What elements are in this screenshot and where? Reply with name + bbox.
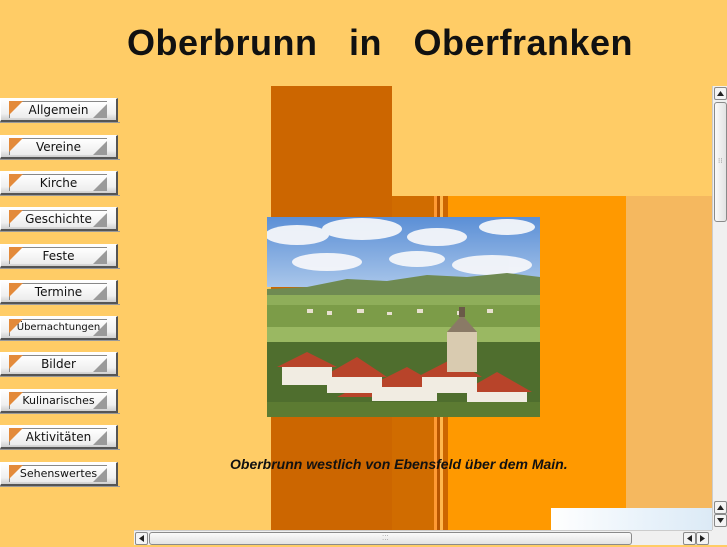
divider xyxy=(0,413,120,414)
triangle-left-icon xyxy=(139,535,144,542)
triangle-up-icon xyxy=(717,505,724,510)
corner-accent-icon xyxy=(9,101,23,115)
corner-shade-icon xyxy=(93,141,107,155)
corner-accent-icon xyxy=(9,138,23,152)
horizontal-scroll-thumb[interactable]: ⁚⁚⁚ xyxy=(149,532,632,545)
scrollbar-corner xyxy=(712,530,727,545)
nav-button-sehenswertes[interactable]: Sehenswertes xyxy=(0,462,120,488)
divider xyxy=(0,449,120,450)
corner-accent-icon xyxy=(9,174,23,188)
corner-shade-icon xyxy=(93,322,107,336)
page-title: Oberbrunn in Oberfranken xyxy=(126,22,634,63)
divider xyxy=(0,376,120,377)
corner-accent-icon xyxy=(9,428,23,442)
corner-accent-icon xyxy=(9,392,23,406)
nav-button-vereine[interactable]: Vereine xyxy=(0,135,120,161)
triangle-left-icon xyxy=(687,535,692,542)
divider xyxy=(0,304,120,305)
partial-image xyxy=(551,508,712,530)
divider xyxy=(0,195,120,196)
scroll-down-button[interactable] xyxy=(714,514,727,527)
horizontal-scrollbar[interactable]: ⁚⁚⁚ xyxy=(134,530,712,545)
scroll-left-button-right[interactable] xyxy=(683,532,696,545)
nav-button-termine[interactable]: Termine xyxy=(0,280,120,306)
nav-button-uebernachtungen[interactable]: Übernachtungen xyxy=(0,316,120,342)
nav-button-kulinarisches[interactable]: Kulinarisches xyxy=(0,389,120,415)
corner-shade-icon xyxy=(93,213,107,227)
scroll-left-button[interactable] xyxy=(135,532,148,545)
corner-accent-icon xyxy=(9,319,23,333)
corner-shade-icon xyxy=(93,358,107,372)
divider xyxy=(0,340,120,341)
corner-accent-icon xyxy=(9,247,23,261)
vertical-scrollbar[interactable]: ⁞⁞ xyxy=(712,86,727,530)
decorative-band xyxy=(626,196,712,545)
divider xyxy=(0,122,120,123)
corner-accent-icon xyxy=(9,210,23,224)
nav-button-allgemein[interactable]: Allgemein xyxy=(0,98,120,124)
nav-button-aktivitaeten[interactable]: Aktivitäten xyxy=(0,425,120,451)
corner-accent-icon xyxy=(9,283,23,297)
corner-shade-icon xyxy=(93,250,107,264)
village-photo xyxy=(267,217,540,417)
corner-shade-icon xyxy=(93,177,107,191)
scroll-up-button[interactable] xyxy=(714,87,727,100)
divider xyxy=(0,159,120,160)
grip-icon: ⁚⁚⁚ xyxy=(382,534,389,542)
corner-shade-icon xyxy=(93,468,107,482)
nav-button-geschichte[interactable]: Geschichte xyxy=(0,207,120,233)
nav-button-kirche[interactable]: Kirche xyxy=(0,171,120,197)
vertical-scroll-thumb[interactable]: ⁞⁞ xyxy=(714,102,727,222)
nav-button-bilder[interactable]: Bilder xyxy=(0,352,120,378)
corner-shade-icon xyxy=(93,431,107,445)
corner-accent-icon xyxy=(9,465,23,479)
divider xyxy=(0,486,120,487)
triangle-down-icon xyxy=(717,518,724,523)
triangle-right-icon xyxy=(700,535,705,542)
corner-shade-icon xyxy=(93,104,107,118)
corner-shade-icon xyxy=(93,395,107,409)
grip-icon: ⁞⁞ xyxy=(718,157,723,165)
scroll-right-button[interactable] xyxy=(696,532,709,545)
nav-button-feste[interactable]: Feste xyxy=(0,244,120,270)
corner-shade-icon xyxy=(93,286,107,300)
triangle-up-icon xyxy=(717,91,724,96)
photo-caption: Oberbrunn westlich von Ebensfeld über de… xyxy=(230,456,568,472)
divider xyxy=(0,268,120,269)
divider xyxy=(0,231,120,232)
corner-accent-icon xyxy=(9,355,23,369)
scroll-up-button-lower[interactable] xyxy=(714,501,727,514)
